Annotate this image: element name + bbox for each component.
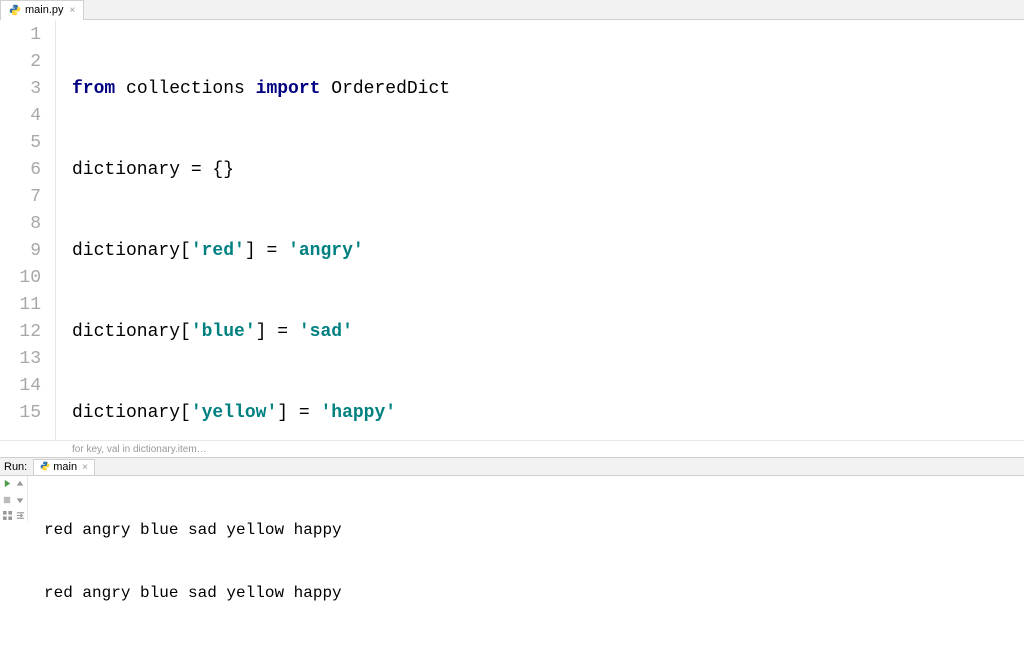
code-line: dictionary = {} <box>72 157 1024 184</box>
wrap-icon[interactable] <box>15 510 26 521</box>
down-icon[interactable] <box>15 494 26 505</box>
code-editor[interactable]: 1 2 3 4 5 6 7 8 9 10 11 12 13 14 15 from… <box>0 20 1024 440</box>
run-tab[interactable]: main × <box>33 459 95 475</box>
code-line: dictionary['red'] = 'angry' <box>72 238 1024 265</box>
run-toolbar <box>0 476 28 521</box>
run-tab-name: main <box>53 461 77 473</box>
up-icon[interactable] <box>15 478 26 489</box>
close-icon[interactable]: × <box>70 5 76 16</box>
tab-filename: main.py <box>25 4 64 16</box>
output-line: red angry blue sad yellow happy <box>44 520 1024 541</box>
rerun-icon[interactable] <box>2 478 13 489</box>
line-gutter: 1 2 3 4 5 6 7 8 9 10 11 12 13 14 15 <box>0 20 56 440</box>
close-icon[interactable]: × <box>82 462 88 473</box>
console-output[interactable]: red angry blue sad yellow happy red angr… <box>28 476 1024 521</box>
output-line: red angry blue sad yellow happy <box>44 583 1024 604</box>
code-line: from collections import OrderedDict <box>72 76 1024 103</box>
code-line: dictionary['blue'] = 'sad' <box>72 319 1024 346</box>
python-icon <box>40 461 50 474</box>
stop-icon[interactable] <box>2 494 13 505</box>
breadcrumb-text: for key, val in dictionary.item… <box>72 444 207 455</box>
run-label: Run: <box>4 461 27 473</box>
run-panel-header: Run: main × <box>0 458 1024 476</box>
python-icon <box>9 4 21 16</box>
code-area[interactable]: from collections import OrderedDict dict… <box>56 20 1024 440</box>
run-panel: red angry blue sad yellow happy red angr… <box>0 476 1024 521</box>
code-line: dictionary['yellow'] = 'happy' <box>72 400 1024 427</box>
editor-tabs: main.py × <box>0 0 1024 20</box>
layout-icon[interactable] <box>2 510 13 521</box>
breadcrumb[interactable]: for key, val in dictionary.item… <box>0 440 1024 458</box>
file-tab[interactable]: main.py × <box>0 0 84 20</box>
